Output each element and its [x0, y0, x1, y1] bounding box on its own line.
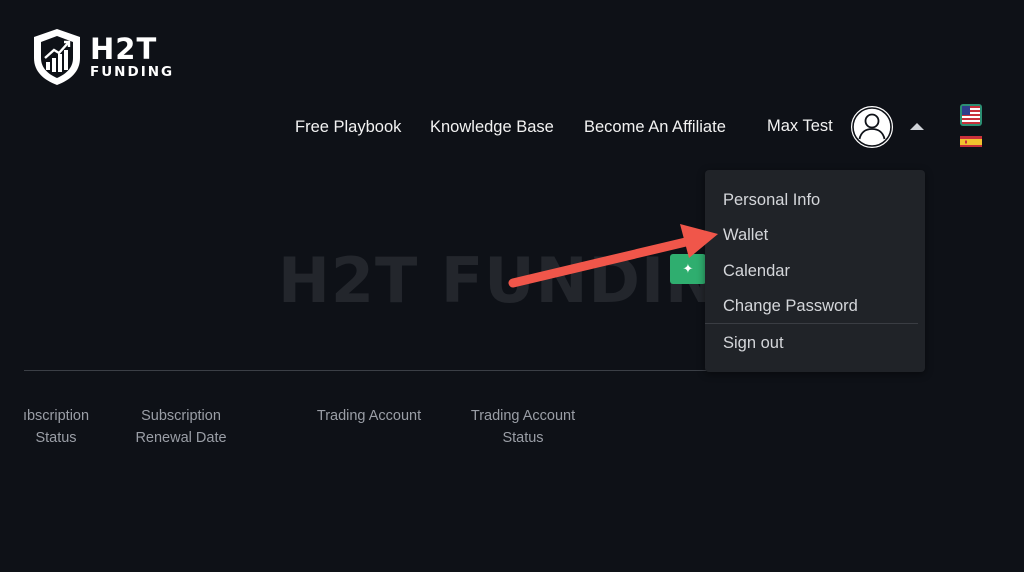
- section-divider: [24, 370, 710, 371]
- menu-divider: [705, 323, 918, 324]
- column-header-subscription-status: ıbscription Status: [16, 405, 96, 449]
- menu-item-wallet[interactable]: Wallet: [723, 226, 768, 245]
- column-header-line: Status: [502, 430, 544, 446]
- logo-main-text: H2T: [90, 32, 158, 66]
- menu-item-calendar[interactable]: Calendar: [723, 262, 790, 281]
- page: H2T FUNDING Free Playbook Knowledge Base…: [0, 0, 1024, 572]
- user-avatar-icon[interactable]: [849, 104, 895, 150]
- column-header-trading-account: Trading Account: [304, 405, 434, 427]
- column-header-line: ıbscription: [22, 408, 90, 424]
- sparkle-icon: ✦: [682, 261, 694, 276]
- column-header-renewal-date: Subscription Renewal Date: [126, 405, 236, 449]
- nav-link-free-playbook[interactable]: Free Playbook: [295, 118, 401, 137]
- menu-item-sign-out[interactable]: Sign out: [723, 334, 784, 353]
- menu-item-change-password[interactable]: Change Password: [723, 297, 858, 316]
- column-header-line: Trading Account: [470, 408, 576, 424]
- logo-sub-text: FUNDING: [90, 64, 175, 80]
- user-name[interactable]: Max Test: [767, 117, 833, 136]
- us-flag-icon[interactable]: [960, 104, 982, 126]
- caret-up-icon[interactable]: [910, 123, 924, 130]
- column-header-line: Trading Account: [316, 408, 422, 424]
- green-action-button[interactable]: ✦: [670, 254, 706, 284]
- shield-chart-icon: [34, 29, 80, 85]
- nav-link-become-affiliate[interactable]: Become An Affiliate: [584, 118, 726, 137]
- user-dropdown-menu: Personal Info Wallet Calendar Change Pas…: [705, 170, 925, 372]
- column-header-line: Renewal Date: [135, 430, 227, 446]
- spain-flag-icon[interactable]: [960, 135, 982, 147]
- menu-item-personal-info[interactable]: Personal Info: [723, 191, 820, 210]
- nav-link-knowledge-base[interactable]: Knowledge Base: [430, 118, 554, 137]
- column-header-line: Subscription: [141, 408, 221, 424]
- column-header-line: Status: [35, 430, 77, 446]
- brand-logo[interactable]: H2T FUNDING: [32, 28, 174, 86]
- column-header-trading-account-status: Trading Account Status: [458, 405, 588, 449]
